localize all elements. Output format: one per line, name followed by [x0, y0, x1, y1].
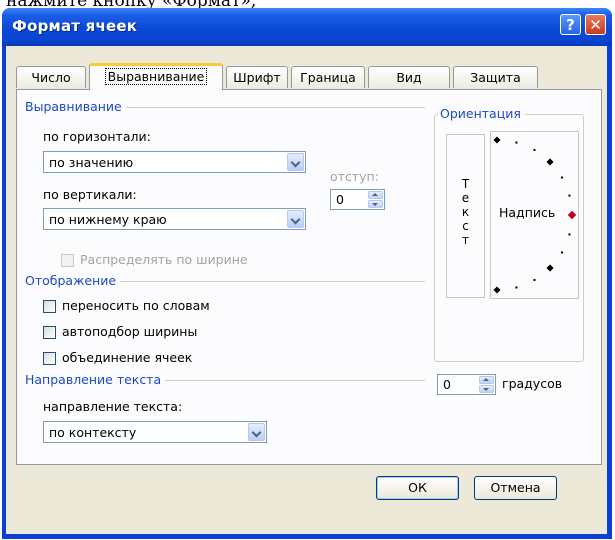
orientation-major-marker[interactable]	[493, 286, 501, 294]
degrees-value: 0	[443, 377, 451, 392]
vertical-text-char: т	[462, 233, 469, 247]
help-button[interactable]: ?	[560, 14, 581, 35]
tab-border[interactable]: Граница	[291, 66, 365, 88]
horizontal-value: по значению	[49, 155, 134, 170]
cancel-button[interactable]: Отмена	[474, 476, 557, 500]
format-cells-dialog: Формат ячеек ? ✕ Число Выравнивание Шриф…	[2, 8, 612, 539]
direction-select[interactable]: по контексту	[43, 421, 267, 443]
vertical-text-char: к	[461, 205, 470, 219]
tab-view[interactable]: Вид	[368, 66, 450, 88]
vertical-text-char: Т	[461, 177, 470, 191]
horizontal-select[interactable]: по значению	[43, 151, 306, 173]
spinner-buttons[interactable]	[479, 376, 494, 393]
distribute-checkbox[interactable]	[61, 254, 74, 267]
degrees-spinner[interactable]: 0	[437, 374, 496, 395]
tab-font[interactable]: Шрифт	[226, 66, 288, 88]
arrow-up-icon[interactable]	[479, 376, 494, 384]
vertical-value: по нижнему краю	[49, 212, 167, 227]
ok-button[interactable]: ОК	[376, 476, 459, 500]
merge-cells-label: объединение ячеек	[62, 350, 193, 365]
orientation-group-label: Ориентация	[438, 106, 525, 121]
horizontal-label: по горизонтали:	[43, 129, 151, 144]
arrow-down-icon[interactable]	[368, 200, 383, 208]
tab-protection[interactable]: Защита	[453, 66, 538, 88]
chevron-down-icon[interactable]	[287, 210, 304, 228]
orientation-major-marker[interactable]	[546, 264, 554, 272]
orientation-minor-marker[interactable]	[533, 278, 536, 281]
dialog-body: Число Выравнивание Шрифт Граница Вид Защ…	[6, 46, 607, 534]
direction-label: направление текста:	[43, 399, 183, 414]
tab-number[interactable]: Число	[16, 66, 86, 88]
degrees-label: градусов	[502, 376, 563, 391]
distribute-label: Распределять по ширине	[80, 252, 248, 267]
alignment-panel: Выравнивание по горизонтали: по значению…	[16, 89, 602, 465]
orientation-group: Ориентация Т е к с т Надпись	[434, 106, 584, 362]
orientation-minor-marker[interactable]	[560, 176, 563, 179]
orientation-minor-marker[interactable]	[515, 141, 518, 144]
orientation-major-marker[interactable]	[493, 136, 501, 144]
vertical-text-char: е	[461, 191, 470, 205]
close-icon: ✕	[589, 15, 602, 34]
vertical-select[interactable]: по нижнему краю	[43, 208, 306, 230]
indent-value: 0	[336, 192, 344, 207]
vertical-label: по вертикали:	[43, 187, 137, 202]
shrink-to-fit-label: автоподбор ширины	[62, 324, 198, 339]
chevron-down-icon[interactable]	[287, 153, 304, 171]
direction-group-label: Направление текста	[25, 372, 166, 387]
orientation-minor-marker[interactable]	[568, 233, 571, 236]
shrink-to-fit-checkbox[interactable]	[43, 326, 56, 339]
vertical-text-char: с	[462, 219, 469, 233]
orientation-major-marker[interactable]	[546, 158, 554, 166]
direction-value: по контексту	[49, 425, 137, 440]
orientation-dial[interactable]: Надпись	[490, 131, 579, 299]
arrow-up-icon[interactable]	[368, 191, 383, 199]
indent-label: отступ:	[330, 169, 379, 184]
chevron-down-icon[interactable]	[248, 423, 265, 441]
arrow-down-icon[interactable]	[479, 385, 494, 393]
spinner-buttons[interactable]	[368, 191, 383, 208]
title-bar[interactable]: Формат ячеек ? ✕	[2, 8, 612, 46]
orientation-selected-marker[interactable]	[567, 210, 577, 220]
dialog-title: Формат ячеек	[12, 17, 138, 35]
vertical-text-toggle[interactable]: Т е к с т	[446, 134, 485, 298]
wrap-text-label: переносить по словам	[62, 298, 210, 313]
wrap-text-checkbox[interactable]	[43, 300, 56, 313]
merge-cells-checkbox[interactable]	[43, 352, 56, 365]
indent-spinner[interactable]: 0	[330, 189, 385, 210]
orientation-minor-marker[interactable]	[515, 286, 518, 289]
close-button[interactable]: ✕	[585, 14, 606, 35]
tab-alignment[interactable]: Выравнивание	[89, 63, 223, 90]
alignment-group-label: Выравнивание	[25, 99, 126, 114]
orientation-minor-marker[interactable]	[533, 149, 536, 152]
display-group-label: Отображение	[25, 273, 121, 288]
orientation-sample-label: Надпись	[499, 205, 556, 220]
question-icon: ?	[566, 15, 575, 34]
orientation-minor-marker[interactable]	[568, 194, 571, 197]
orientation-minor-marker[interactable]	[560, 251, 563, 254]
